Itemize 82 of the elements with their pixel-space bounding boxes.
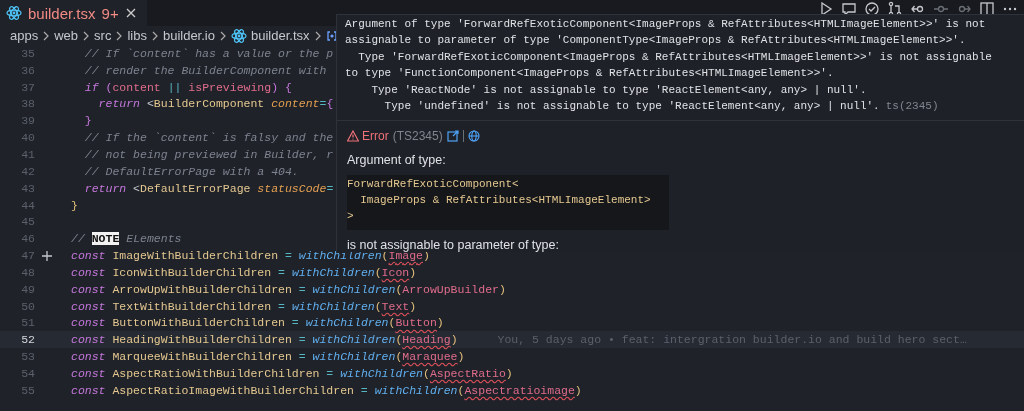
error-code: (TS2345) — [392, 129, 443, 144]
explanation-text: is not assignable to parameter of type: — [347, 237, 560, 252]
code-line: ForwardRefExoticComponent< — [347, 178, 520, 193]
external-link-icon[interactable] — [446, 130, 459, 143]
error-label: Error — [347, 129, 389, 144]
line-number: 42 — [20, 164, 35, 178]
code-line: const TextWithBuilderChildren = withChildren(Text) — [71, 299, 417, 313]
line-number: 53 — [20, 350, 35, 364]
code-line: return <DefaultErrorPage statusCode= — [83, 181, 334, 195]
code-line: // If `content` has a value or the p — [83, 46, 334, 60]
chevron-icon — [218, 30, 227, 41]
line-number: 37 — [20, 80, 35, 94]
error-message-line: Type 'ReactNode' is not assignable to type 'ReactElement<any, any> | null'. — [370, 83, 867, 98]
breadcrumb-item[interactable]: web — [54, 28, 79, 43]
chevron-icon — [42, 30, 51, 41]
code-line: const HeadingWithBuilderChildren = withChildren(Heading) — [71, 333, 458, 347]
code-line: // not being previewed in Builder, r — [83, 148, 334, 161]
breadcrumb-item[interactable]: src — [94, 28, 112, 43]
line-number: 45 — [20, 215, 35, 229]
line-number: 49 — [20, 282, 35, 296]
error-message-line: Argument of type 'ForwardRefExoticComponent<ImageProps & RefAttributes<HTMLImageElement>>' is not — [345, 18, 986, 32]
code-line: // If the `content` is falsy and the — [83, 131, 334, 145]
code-line: return <BuilderComponent content={ — [97, 97, 334, 111]
error-message-line: Type 'ForwardRefExoticComponent<ImageProps & RefAttributes<HTMLImageElement>>' is not assignable — [357, 50, 992, 65]
chevron-icon — [150, 30, 159, 41]
plus-icon[interactable] — [40, 248, 54, 263]
react-icon — [230, 27, 247, 44]
comment-icon[interactable] — [841, 1, 857, 17]
chevron-icon — [115, 30, 124, 41]
code-line: ImageProps & RefAttributes<HTMLImageElement> — [359, 194, 652, 209]
pull-request-icon[interactable] — [887, 1, 903, 17]
line-number: 44 — [20, 198, 35, 212]
line-number: 47 — [20, 249, 35, 263]
chevron-icon — [313, 30, 322, 41]
error-message-line: assignable to parameter of type 'ComponentType<ImageProps & RefAttributes<HTMLImageElement>>'. — [345, 34, 966, 49]
line-number: 51 — [20, 316, 35, 330]
line-number: 55 — [20, 383, 35, 397]
line-number: 40 — [20, 131, 35, 145]
error-message-line: to type 'FunctionComponent<ImageProps & RefAttributes<HTMLImageElement>>'. — [345, 67, 834, 82]
note-tag: NOTE — [91, 232, 120, 246]
react-icon — [6, 5, 22, 21]
breadcrumb-item[interactable]: builder.io — [162, 28, 215, 43]
error-message-line: Type 'undefined' is not assignable to type 'ReactElement<any, any> | null'. — [383, 99, 880, 114]
run-icon[interactable] — [818, 1, 834, 17]
code-line: const IconWithBuilderChildren = withChildren(Icon) — [71, 265, 417, 279]
line-number: 43 — [20, 181, 35, 195]
line-number: 39 — [20, 114, 35, 128]
breadcrumb-item[interactable]: libs — [127, 28, 147, 43]
code-line: } — [83, 114, 92, 128]
code-line: const ArrowUpWithBuilderChildren = withChildren(ArrowUpBuilder) — [71, 282, 506, 296]
explanation-text: Argument of type: — [346, 152, 447, 170]
code-line: const AspectRatioImageWithBuilderChildren = withChildren(Aspectratioimage) — [71, 383, 582, 397]
error-source: ts(2345) — [885, 99, 939, 114]
warning-icon — [347, 130, 359, 143]
code-line: // DefaultErrorPage with a 404. — [83, 164, 299, 178]
globe-icon[interactable] — [467, 130, 480, 143]
breadcrumb-item[interactable]: builder.tsx — [250, 28, 310, 43]
line-number: 46 — [20, 232, 35, 246]
line-number: 41 — [20, 148, 35, 161]
code-line: const AspectRatioWithBuilderChildren = withChildren(AspectRatio) — [71, 366, 513, 380]
close-icon[interactable] — [124, 7, 137, 19]
code-line: } — [71, 198, 78, 212]
line-number: 48 — [20, 265, 35, 279]
chevron-icon — [82, 30, 91, 41]
breadcrumb-item[interactable]: apps — [10, 28, 39, 43]
line-number: 36 — [20, 63, 35, 77]
line-number: 54 — [20, 366, 35, 380]
line-number: 35 — [20, 46, 35, 60]
code-line: const ButtonWithBuilderChildren = withChildren(Button) — [71, 316, 444, 330]
problem-count: 9+ — [101, 4, 119, 22]
line-number: 50 — [20, 299, 35, 313]
code-line: > — [347, 210, 355, 225]
symbol-icon — [325, 29, 338, 42]
code-line: // NOTE ELements — [71, 232, 182, 246]
tab-label[interactable]: builder.tsx — [28, 4, 96, 22]
code-line: if (content || isPreviewing) { — [83, 80, 292, 94]
line-number: 38 — [20, 97, 35, 111]
line-number: 52 — [20, 333, 35, 347]
split-editor-icon[interactable] — [979, 1, 995, 17]
code-line: const MarqueeWithBuilderChildren = withChildren(Maraquee) — [71, 350, 465, 364]
code-line: // render the BuilderComponent with — [83, 63, 327, 77]
editor-tab[interactable]: builder.tsx 9+ — [0, 0, 147, 26]
